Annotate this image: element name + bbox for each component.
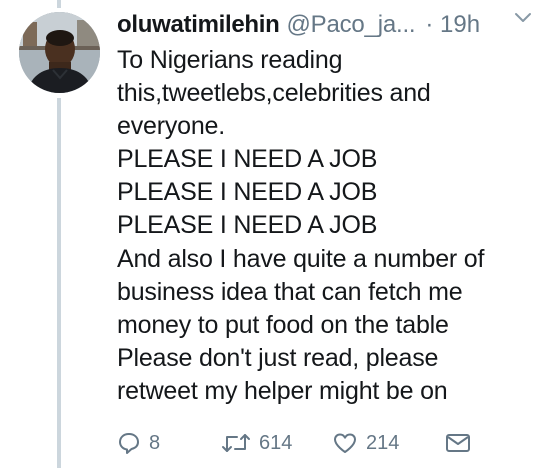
tweet-actions: 8 614 214 [117,428,517,458]
tweet-line: To Nigerians reading [117,46,343,74]
thread-line [57,98,61,468]
retweet-icon [221,431,251,455]
tweet[interactable]: oluwatimilehin @Paco_ja... · 19h To Nige… [0,0,541,468]
tweet-line: And also I have quite a number of [117,244,485,273]
tweet-header: oluwatimilehin @Paco_ja... · 19h [117,8,527,42]
retweet-button[interactable]: 614 [221,428,292,458]
like-button[interactable]: 214 [332,428,399,458]
tweet-line: PLEASE I NEED A JOB [117,211,378,240]
chevron-down-icon[interactable] [513,10,533,26]
author-name[interactable]: oluwatimilehin [117,11,280,39]
avatar[interactable] [19,12,100,93]
envelope-icon [445,432,471,454]
retweet-count: 614 [259,431,293,454]
tweet-line: PLEASE I NEED A JOB [117,178,378,207]
tweet-line: business idea that can fetch me [117,277,463,306]
tweet-line: Please don't just read, please [117,343,439,372]
reply-count: 8 [149,431,161,454]
direct-message-button[interactable] [445,428,471,458]
tweet-line: retweet my helper might be on [117,376,448,405]
reply-button[interactable]: 8 [117,428,160,458]
tweet-line: everyone. [117,112,225,141]
reply-icon [117,431,141,455]
author-handle[interactable]: @Paco_ja... [286,11,415,39]
tweet-line: PLEASE I NEED A JOB [117,145,378,174]
timestamp[interactable]: · 19h [425,11,480,39]
thread-line-top [57,0,61,8]
tweet-line: money to put food on the table [117,310,449,339]
like-count: 214 [366,431,400,454]
tweet-line: this,tweetlebs,celebrities and [117,79,431,108]
tweet-text: To Nigerians reading this,tweetlebs,cele… [117,44,532,408]
heart-icon [332,431,358,455]
